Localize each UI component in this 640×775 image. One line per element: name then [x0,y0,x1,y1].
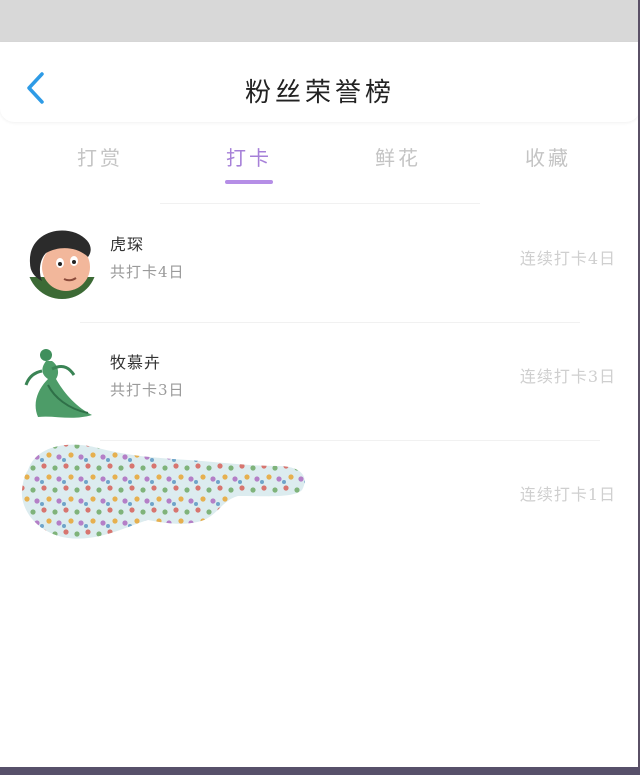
cartoon-face-avatar[interactable] [24,227,100,301]
status-bar [0,0,640,42]
active-tab-indicator [225,180,273,184]
streak-label: 连续打卡4日 [519,249,616,268]
tab-flowers[interactable]: 鲜花 [353,142,443,171]
tab-reward[interactable]: 打赏 [55,142,145,171]
list-item[interactable]: 虎琛 共打卡4日 连续打卡4日 [0,205,640,323]
bottom-bar [0,767,640,775]
divider [160,203,480,204]
page-title: 粉丝荣誉榜 [244,78,395,108]
user-name: 虎琛 [110,235,145,254]
streak-label: 连续打卡3日 [519,367,616,386]
total-checkins: 共打卡3日 [110,381,185,399]
green-dancer-avatar[interactable] [24,345,100,419]
user-name: 牧慕卉 [110,353,162,372]
tab-favorites[interactable]: 收藏 [503,142,593,171]
streak-label: 连续打卡1日 [519,485,616,504]
total-checkins: 共打卡4日 [110,263,185,281]
redacted-dotted-blob [21,444,305,539]
header: 粉丝荣誉榜 [0,42,640,122]
tab-bar: 打赏 打卡 鲜花 收藏 [0,132,640,192]
list-item[interactable]: 牧慕卉 共打卡3日 连续打卡3日 [0,323,640,441]
tab-checkin[interactable]: 打卡 [204,142,294,171]
